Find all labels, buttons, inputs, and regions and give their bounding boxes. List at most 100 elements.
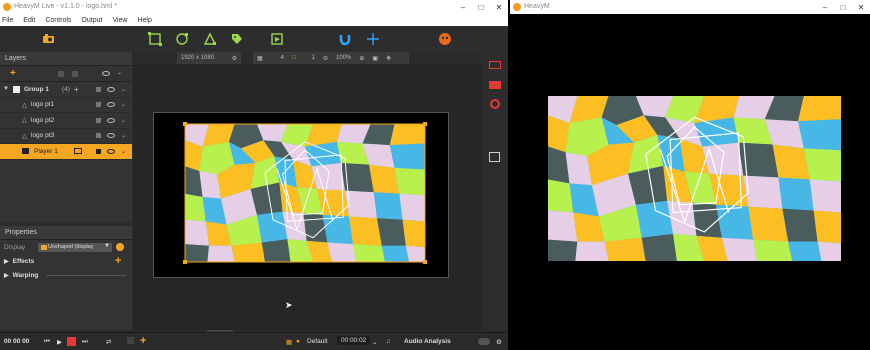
tag-icon[interactable]	[230, 32, 244, 46]
chevron-down-icon[interactable]: ⌄	[372, 338, 377, 346]
triangle-shape-icon: △	[22, 101, 27, 109]
media-library-icon[interactable]	[489, 152, 500, 162]
view-toolbar: ▦ 4 □ 1 ⊖ 100% ⊕ ▣ ✥	[253, 52, 409, 64]
chevron-down-icon[interactable]: ⌄	[121, 132, 126, 139]
skip-back-icon[interactable]: ⏮	[44, 338, 50, 346]
chevron-down-icon[interactable]: ⌄	[121, 101, 126, 108]
menu-controls[interactable]: Controls	[45, 17, 71, 24]
zoom-out-icon[interactable]: ⊖	[319, 55, 332, 62]
expand-arrow-icon[interactable]: ▼	[3, 86, 9, 92]
eye-icon[interactable]	[106, 148, 115, 154]
menu-file[interactable]: File	[2, 17, 13, 24]
projection-stage[interactable]	[153, 112, 449, 278]
eye-icon[interactable]	[106, 133, 115, 139]
selection-frame[interactable]	[183, 122, 427, 264]
preset-label[interactable]: Default	[307, 338, 328, 345]
menu-view[interactable]: View	[112, 17, 127, 24]
lock-icon[interactable]	[95, 148, 101, 154]
close-button[interactable]: ✕	[852, 0, 870, 14]
chevron-down-icon[interactable]: ⌄	[121, 86, 126, 93]
move-icon[interactable]: ✥	[382, 55, 395, 62]
fit-icon[interactable]: ▦	[253, 55, 267, 62]
play-icon[interactable]: ▶	[57, 338, 62, 346]
layers-panel: Layers + ⌄ ▼ Group 1 (4) + ⌄ △ logo pt1 …	[0, 52, 132, 222]
layer-tool-b-icon[interactable]	[72, 71, 78, 77]
lock-icon[interactable]	[95, 117, 101, 123]
expand-arrow-icon[interactable]: ▶	[4, 272, 9, 279]
layer-row[interactable]: △ logo pt3 ⌄	[0, 129, 132, 144]
lock-icon[interactable]	[95, 133, 101, 139]
rectangle-shape-icon[interactable]	[148, 32, 162, 46]
divider	[46, 275, 126, 276]
layer-label: Player 1	[34, 147, 58, 155]
triangle-shape-icon[interactable]	[203, 32, 217, 46]
minimize-button[interactable]: –	[816, 0, 834, 14]
eye-icon[interactable]	[106, 102, 115, 108]
stop-button[interactable]	[67, 337, 76, 346]
layer-row[interactable]: △ logo pt2 ⌄	[0, 113, 132, 129]
menu-help[interactable]: Help	[137, 17, 151, 24]
eye-icon[interactable]	[102, 71, 110, 76]
menu-output[interactable]: Output	[81, 17, 102, 24]
chevron-down-icon[interactable]: ⌄	[121, 117, 126, 124]
crosshair-icon[interactable]	[366, 32, 380, 46]
media-icon[interactable]	[74, 148, 82, 155]
eye-icon[interactable]	[106, 117, 115, 123]
layer-row-group[interactable]: ▼ Group 1 (4) + ⌄	[0, 82, 132, 98]
magnet-icon[interactable]	[338, 32, 352, 46]
duration-field[interactable]: 00:00:02	[337, 336, 371, 345]
add-effect-icon[interactable]: +	[115, 255, 121, 267]
output-frame-icon[interactable]	[489, 61, 501, 69]
add-sequence-icon[interactable]: +	[140, 335, 146, 347]
audio-icon[interactable]: ♫	[386, 338, 391, 345]
add-layer-icon[interactable]: +	[10, 68, 16, 79]
chevron-down-icon[interactable]: ▼	[104, 243, 110, 249]
add-to-group-icon[interactable]: +	[74, 85, 79, 94]
info-icon[interactable]	[116, 243, 124, 251]
lock-icon[interactable]	[95, 102, 101, 108]
live-mode-icon[interactable]	[438, 32, 452, 46]
maximize-button[interactable]: □	[472, 0, 490, 14]
layer-tool-a-icon[interactable]	[58, 71, 64, 77]
fit-screen-icon[interactable]: ▣	[368, 55, 382, 62]
minimize-button[interactable]: –	[454, 0, 472, 14]
skip-forward-icon[interactable]: ⏭	[82, 338, 88, 346]
settings-gear-icon[interactable]: ⚙	[228, 55, 241, 62]
loop-icon[interactable]	[127, 337, 134, 344]
layer-row[interactable]: △ logo pt1 ⌄	[0, 98, 132, 113]
settings-gear-icon[interactable]: ⚙	[496, 338, 502, 346]
warping-row[interactable]: ▶ Warping	[0, 268, 132, 282]
group-icon	[12, 85, 20, 93]
chevron-down-icon[interactable]: ⌄	[121, 148, 126, 155]
circle-shape-icon[interactable]	[175, 32, 189, 46]
zoom-in-icon[interactable]: ⊕	[355, 55, 368, 62]
projector-icon[interactable]	[42, 32, 56, 46]
vertex-mode-icon[interactable]: □	[288, 55, 300, 61]
maximize-button[interactable]: □	[834, 0, 852, 14]
chevron-down-icon[interactable]: ⌄	[117, 69, 122, 76]
layer-row-player[interactable]: Player 1 ⌄	[0, 144, 132, 160]
lock-icon[interactable]	[95, 86, 101, 92]
expand-arrow-icon[interactable]: ▶	[4, 258, 9, 265]
menu-edit[interactable]: Edit	[23, 17, 35, 24]
effects-row[interactable]: ▶ Effects +	[0, 254, 132, 268]
face-count: 4	[280, 55, 285, 61]
record-icon[interactable]	[490, 99, 500, 109]
display-select[interactable]: Unshaped (display	[38, 243, 112, 252]
canvas-area[interactable]: 1920 x 1080 ⚙ ▦ 4 □ 1 ⊖ 100% ⊕ ▣ ✥ ➤	[133, 52, 482, 334]
audio-toggle[interactable]	[478, 338, 490, 345]
triangle-shape-icon: △	[22, 117, 27, 125]
output-fill-icon[interactable]	[489, 81, 501, 89]
effects-label: Effects	[12, 257, 35, 265]
group-shape-icon[interactable]	[270, 32, 284, 46]
shuffle-icon[interactable]: ⇄	[106, 338, 111, 346]
properties-title: Properties	[0, 226, 132, 240]
mouse-cursor-icon: ➤	[285, 300, 293, 310]
lock-icon[interactable]: ●	[296, 338, 300, 345]
eye-icon[interactable]	[106, 86, 115, 92]
sequence-icon[interactable]: ▦	[286, 338, 292, 346]
title-bar: HeavyM – □ ✕	[510, 0, 870, 14]
close-button[interactable]: ✕	[490, 0, 508, 14]
layer-label: logo pt1	[31, 101, 55, 109]
right-tool-strip	[482, 52, 508, 330]
